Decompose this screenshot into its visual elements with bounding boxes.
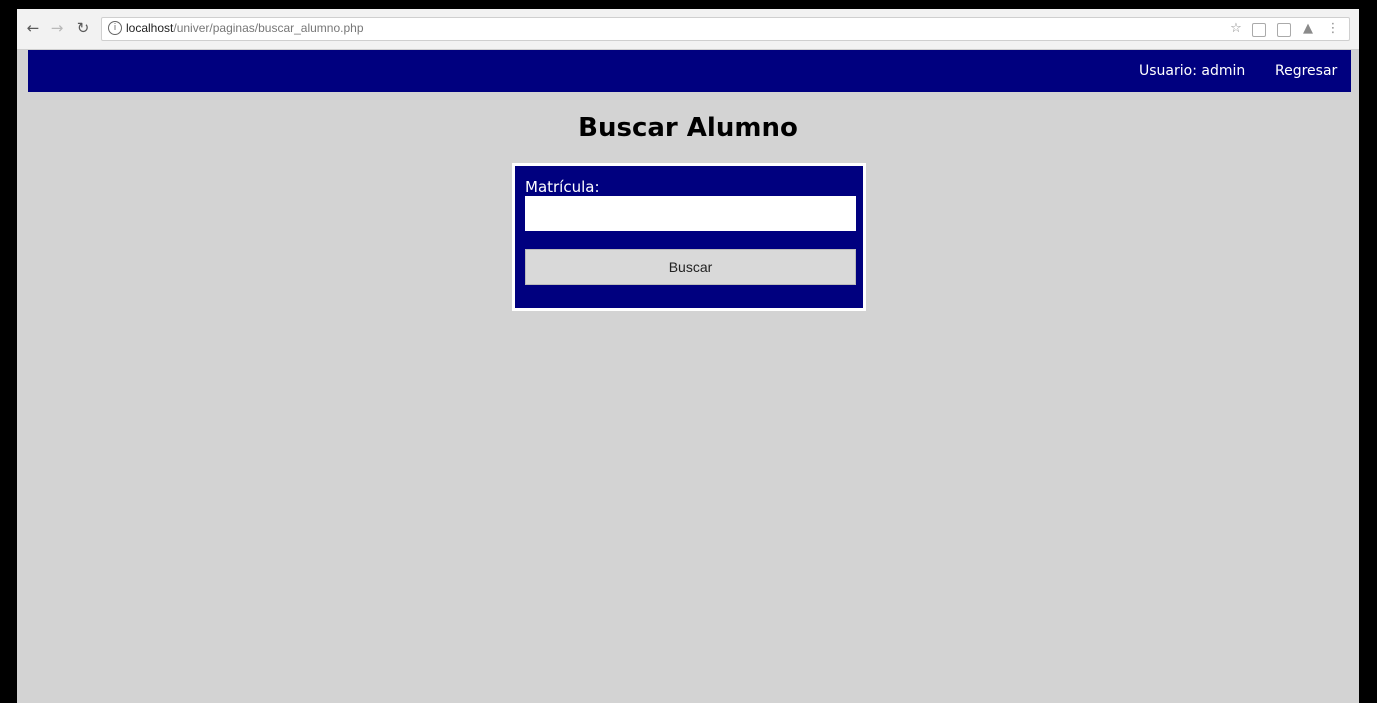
forward-arrow-icon[interactable]: → xyxy=(47,18,67,38)
back-arrow-icon[interactable]: ← xyxy=(23,18,43,38)
address-bar[interactable]: i localhost/univer/paginas/buscar_alumno… xyxy=(101,17,1350,41)
reload-icon[interactable]: ↻ xyxy=(73,18,93,38)
url-host: localhost xyxy=(126,21,174,35)
matricula-label: Matrícula: xyxy=(525,178,600,196)
url-path: /univer/paginas/buscar_alumno.php xyxy=(173,21,364,35)
bookmark-star-icon[interactable]: ☆ xyxy=(1229,22,1243,36)
app-header: Usuario: admin Regresar xyxy=(28,50,1351,92)
browser-toolbar: ← → ↻ i localhost/univer/paginas/buscar_… xyxy=(17,9,1359,50)
buscar-button[interactable]: Buscar xyxy=(525,249,856,285)
browser-window: ← → ↻ i localhost/univer/paginas/buscar_… xyxy=(17,9,1359,703)
extension-icon[interactable] xyxy=(1277,23,1291,37)
drive-icon[interactable]: ▲ xyxy=(1301,22,1315,36)
regresar-link[interactable]: Regresar xyxy=(1275,63,1337,79)
extension-icon[interactable] xyxy=(1252,23,1266,37)
page-title: Buscar Alumno xyxy=(578,113,798,143)
user-label: Usuario: admin xyxy=(1139,63,1246,79)
info-icon[interactable]: i xyxy=(108,21,122,35)
matricula-input[interactable] xyxy=(525,196,856,231)
url-text: localhost/univer/paginas/buscar_alumno.p… xyxy=(126,21,364,35)
menu-icon[interactable]: ⋮ xyxy=(1326,22,1340,36)
search-form: Matrícula: Buscar xyxy=(512,163,866,311)
